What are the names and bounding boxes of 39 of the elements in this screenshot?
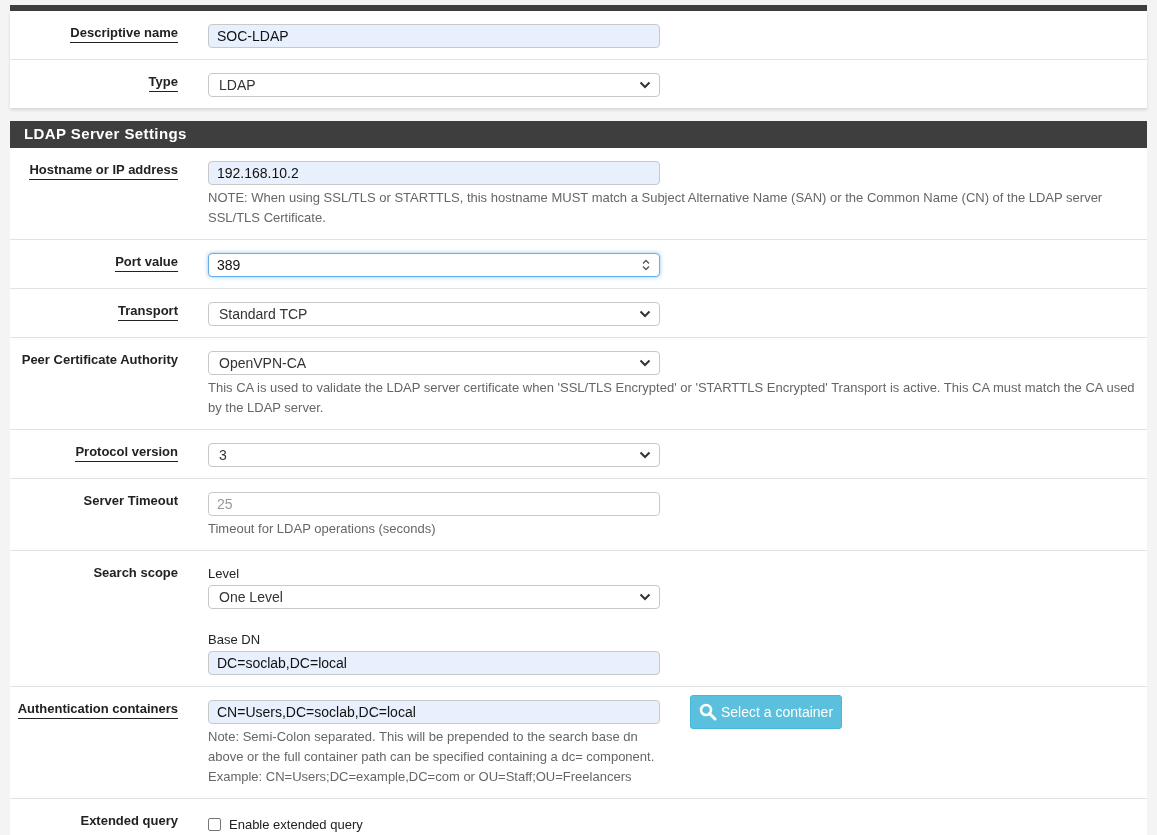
dropdown[interactable]: One Level: [208, 585, 660, 609]
input-field[interactable]: DC=soclab,DC=local: [208, 651, 660, 675]
field-label: Server Timeout: [83, 493, 178, 509]
spinner-arrows-icon: [642, 259, 650, 271]
input-field[interactable]: 25: [208, 492, 660, 516]
dropdown[interactable]: Standard TCP: [208, 302, 660, 326]
input-field[interactable]: SOC-LDAP: [208, 24, 660, 48]
field-label[interactable]: Protocol version: [75, 444, 178, 462]
field-label[interactable]: Transport: [118, 303, 178, 321]
field-label[interactable]: Port value: [115, 254, 178, 272]
field-caption: Base DN: [208, 631, 262, 649]
field-label[interactable]: Descriptive name: [70, 25, 178, 43]
chevron-down-icon: [639, 359, 651, 367]
number-field[interactable]: 389: [208, 253, 660, 277]
search-icon: [699, 703, 717, 721]
field-label[interactable]: Hostname or IP address: [29, 162, 178, 180]
help-text: This CA is used to validate the LDAP server certificate when 'SSL/TLS Encrypted' or 'STARTTLS Encrypted' Transport is active. This CA must match the CA used by the LDAP server.: [208, 379, 1136, 417]
section-header: LDAP Server Settings: [10, 121, 1147, 148]
help-text: Example: CN=Users;DC=example,DC=com or OU=Staff;OU=Freelancers: [208, 768, 633, 786]
field-caption: Level: [208, 565, 241, 583]
chevron-down-icon: [639, 81, 651, 89]
help-text: Note: Semi-Colon separated. This will be prepended to the search base dn above or the full container path can be specified containing a dc= component.: [208, 728, 656, 766]
field-label: Peer Certificate Authority: [21, 352, 178, 368]
field-label[interactable]: Authentication containers: [17, 701, 178, 719]
field-label: Extended query: [80, 813, 178, 829]
checkbox-label: Enable extended query: [229, 816, 363, 834]
chevron-down-icon: [639, 310, 651, 318]
input-field[interactable]: 192.168.10.2: [208, 161, 660, 185]
field-label: Search scope: [93, 565, 178, 581]
checkbox[interactable]: [208, 818, 221, 832]
dropdown[interactable]: LDAP: [208, 73, 660, 97]
dropdown[interactable]: 3: [208, 443, 660, 467]
input-field[interactable]: CN=Users,DC=soclab,DC=local: [208, 700, 660, 724]
field-label[interactable]: Type: [148, 74, 178, 92]
help-text: Timeout for LDAP operations (seconds): [208, 520, 437, 538]
chevron-down-icon: [639, 451, 651, 459]
chevron-down-icon: [639, 593, 651, 601]
dropdown[interactable]: OpenVPN-CA: [208, 351, 660, 375]
help-text: NOTE: When using SSL/TLS or STARTTLS, this hostname MUST match a Subject Alternative Name (SAN) or the Common Name (CN) of the LDAP server SSL/TLS Certificate.: [208, 189, 1104, 227]
